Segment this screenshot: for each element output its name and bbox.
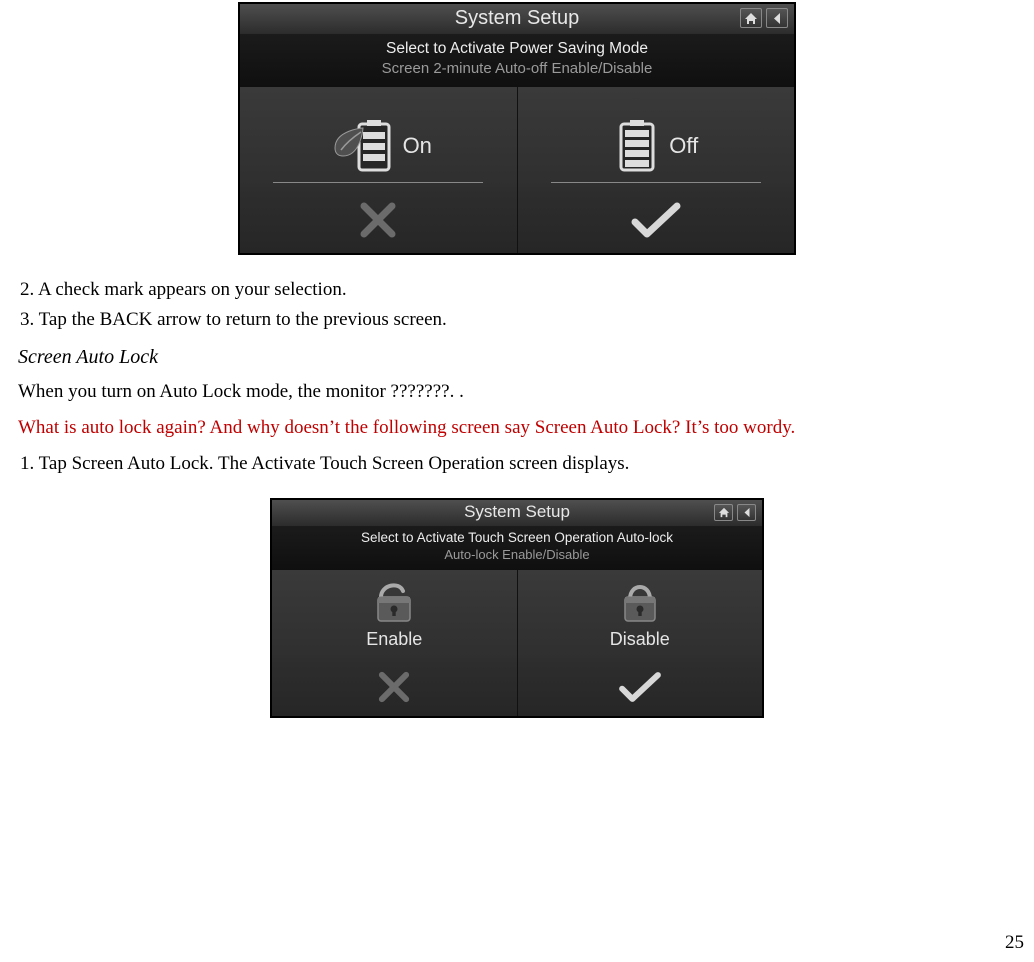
- device-frame: System Setup Select to Activate Power Sa…: [238, 2, 796, 255]
- screen-title: System Setup: [464, 502, 570, 522]
- cancel-button[interactable]: [272, 658, 517, 716]
- banner-line-2: Screen 2-minute Auto-off Enable/Disable: [248, 60, 786, 77]
- instruction-banner: Select to Activate Touch Screen Operatio…: [272, 526, 762, 570]
- back-icon: [742, 507, 752, 518]
- auto-lock-screenshot: System Setup Select to Activate Touch Sc…: [18, 498, 1016, 718]
- back-icon: [771, 12, 783, 25]
- confirm-icon: [629, 198, 683, 242]
- banner-line-1: Select to Activate Touch Screen Operatio…: [280, 530, 754, 545]
- titlebar: System Setup: [272, 500, 762, 526]
- option-on[interactable]: On: [240, 87, 517, 187]
- option-enable[interactable]: Enable: [272, 570, 517, 658]
- option-off-label: Off: [669, 133, 698, 159]
- action-row: [240, 187, 794, 253]
- home-button[interactable]: [714, 504, 733, 521]
- lock-icon: [615, 575, 665, 625]
- option-disable-label: Disable: [610, 629, 670, 650]
- power-saving-screenshot: System Setup Select to Activate Power Sa…: [18, 2, 1016, 255]
- home-button[interactable]: [740, 8, 762, 28]
- unlock-icon: [369, 575, 419, 625]
- option-off[interactable]: Off: [517, 87, 795, 187]
- option-on-label: On: [403, 133, 432, 159]
- banner-line-2: Auto-lock Enable/Disable: [280, 547, 754, 562]
- reviewer-comment: What is auto lock again? And why doesn’t…: [18, 415, 1016, 441]
- cancel-icon: [375, 668, 413, 706]
- step-3: 3. Tap the BACK arrow to return to the p…: [20, 307, 1016, 333]
- divider: [273, 182, 483, 183]
- home-icon: [718, 507, 730, 518]
- eco-battery-icon: [325, 112, 395, 176]
- battery-full-icon: [613, 112, 661, 176]
- device-frame: System Setup Select to Activate Touch Sc…: [270, 498, 764, 718]
- cancel-icon: [356, 198, 400, 242]
- home-icon: [744, 12, 758, 25]
- options-row: Enable Disable: [272, 570, 762, 658]
- auto-lock-paragraph: When you turn on Auto Lock mode, the mon…: [18, 379, 1016, 405]
- option-disable[interactable]: Disable: [517, 570, 763, 658]
- screen-title: System Setup: [455, 7, 580, 30]
- step-1b: 1. Tap Screen Auto Lock. The Activate To…: [20, 451, 1016, 477]
- cancel-button[interactable]: [240, 187, 517, 253]
- banner-line-1: Select to Activate Power Saving Mode: [248, 40, 786, 58]
- confirm-button[interactable]: [517, 187, 795, 253]
- step-2: 2. A check mark appears on your selectio…: [20, 277, 1016, 303]
- titlebar: System Setup: [240, 4, 794, 34]
- divider: [551, 182, 761, 183]
- subheading-screen-auto-lock: Screen Auto Lock: [18, 346, 1016, 369]
- instruction-banner: Select to Activate Power Saving Mode Scr…: [240, 34, 794, 87]
- body-text: 2. A check mark appears on your selectio…: [18, 277, 1016, 476]
- option-enable-label: Enable: [366, 629, 422, 650]
- confirm-icon: [617, 668, 663, 706]
- options-row: On Off: [240, 87, 794, 187]
- back-button[interactable]: [737, 504, 756, 521]
- back-button[interactable]: [766, 8, 788, 28]
- action-row: [272, 658, 762, 716]
- confirm-button[interactable]: [517, 658, 763, 716]
- page-number: 25: [1005, 932, 1024, 954]
